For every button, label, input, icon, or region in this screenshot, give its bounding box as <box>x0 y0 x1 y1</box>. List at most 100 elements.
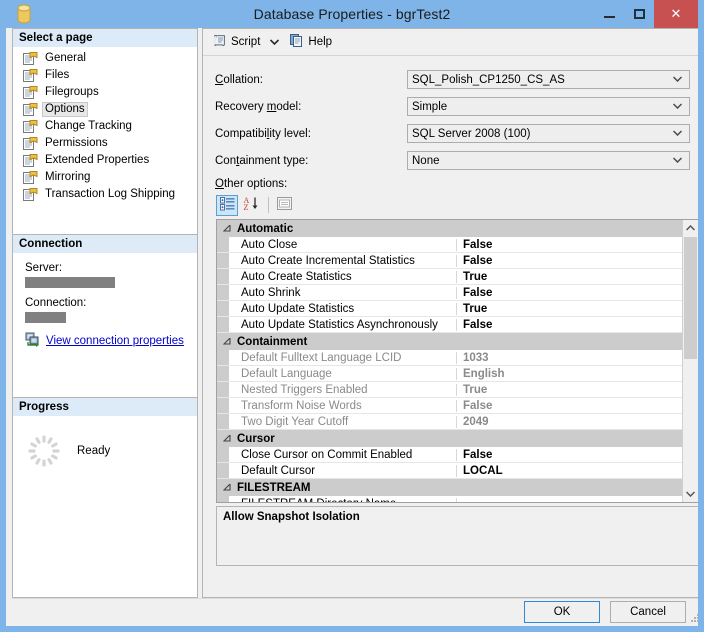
property-row[interactable]: Default Language English <box>217 366 683 382</box>
category-header-automatic[interactable]: Automatic <box>217 220 683 237</box>
property-value[interactable]: LOCAL <box>457 465 683 477</box>
options-pane: Script Help Collation: SQL_Polish_CP1250… <box>202 28 698 598</box>
property-value[interactable]: False <box>457 449 683 461</box>
property-row[interactable]: FILESTREAM Directory Name <box>217 496 683 502</box>
page-icon <box>23 102 38 117</box>
cancel-button[interactable]: Cancel <box>610 601 686 623</box>
page-icon <box>23 68 38 83</box>
category-name: FILESTREAM <box>237 481 311 494</box>
property-value[interactable]: 2049 <box>457 416 683 428</box>
categorized-view-icon <box>219 196 235 214</box>
property-name: Close Cursor on Commit Enabled <box>229 448 457 461</box>
sidebar-item-options[interactable]: Options <box>13 101 197 118</box>
compatibility-level-dropdown[interactable]: SQL Server 2008 (100) <box>407 124 690 143</box>
collation-dropdown[interactable]: SQL_Polish_CP1250_CS_AS <box>407 70 690 89</box>
property-row[interactable]: Default Cursor LOCAL <box>217 463 683 479</box>
row-gutter <box>217 398 229 413</box>
property-value[interactable]: English <box>457 368 683 380</box>
database-properties-window: Database Properties - bgrTest2 ✕ Select … <box>0 0 704 632</box>
resize-grip[interactable] <box>689 612 698 624</box>
property-value[interactable]: False <box>457 239 683 251</box>
row-gutter <box>217 463 229 478</box>
view-connection-properties-link[interactable]: View connection properties <box>46 335 184 347</box>
property-row[interactable]: Nested Triggers Enabled True <box>217 382 683 398</box>
page-icon <box>23 136 38 151</box>
property-value[interactable]: True <box>457 271 683 283</box>
property-row[interactable]: Auto Create Incremental Statistics False <box>217 253 683 269</box>
property-pages-icon <box>276 197 292 213</box>
row-gutter <box>217 269 229 284</box>
property-row[interactable]: Auto Update Statistics True <box>217 301 683 317</box>
sidebar-item-mirroring[interactable]: Mirroring <box>13 169 197 186</box>
dialog-body: Select a page General Files Filegroups Opti… <box>12 28 698 626</box>
collapse-triangle-icon <box>217 224 237 233</box>
scroll-up-button[interactable] <box>683 220 698 236</box>
property-pages-button[interactable] <box>273 195 295 216</box>
property-name: Default Language <box>229 367 457 380</box>
scroll-down-button[interactable] <box>683 486 698 502</box>
connection-label: Connection: <box>25 297 87 309</box>
compatibility-level-label: Compatibility level: <box>215 127 311 140</box>
alphabetical-sort-button[interactable]: A Z <box>240 195 262 216</box>
chevron-up-icon <box>686 225 695 231</box>
property-row[interactable]: Transform Noise Words False <box>217 398 683 414</box>
chevron-down-icon <box>672 102 683 112</box>
ok-button[interactable]: OK <box>524 601 600 623</box>
containment-type-dropdown[interactable]: None <box>407 151 690 170</box>
sidebar-item-files[interactable]: Files <box>13 67 197 84</box>
category-header-filestream[interactable]: FILESTREAM <box>217 479 683 496</box>
property-name: Nested Triggers Enabled <box>229 383 457 396</box>
property-value[interactable]: True <box>457 303 683 315</box>
property-row[interactable]: Auto Shrink False <box>217 285 683 301</box>
property-name: Auto Shrink <box>229 286 457 299</box>
row-gutter <box>217 496 229 502</box>
maximize-button[interactable] <box>624 0 654 28</box>
script-dropdown-button[interactable] <box>264 31 285 53</box>
minimize-button[interactable] <box>594 0 624 28</box>
page-icon <box>23 51 38 66</box>
sidebar-item-label: Transaction Log Shipping <box>45 188 175 200</box>
sidebar-item-general[interactable]: General <box>13 50 197 67</box>
sidebar-item-label: Permissions <box>45 137 108 149</box>
view-connection-properties-row[interactable]: View connection properties <box>25 332 197 350</box>
sidebar-item-label: General <box>45 52 86 64</box>
sidebar-item-change-tracking[interactable]: Change Tracking <box>13 118 197 135</box>
recovery-model-label: Recovery model: <box>215 100 302 113</box>
categorized-view-button[interactable] <box>216 194 238 216</box>
property-value[interactable]: True <box>457 384 683 396</box>
property-row[interactable]: Default Fulltext Language LCID 1033 <box>217 350 683 366</box>
sidebar-item-label: Mirroring <box>45 171 91 183</box>
property-row[interactable]: Auto Close False <box>217 237 683 253</box>
sidebar-item-permissions[interactable]: Permissions <box>13 135 197 152</box>
recovery-model-dropdown[interactable]: Simple <box>407 97 690 116</box>
property-name: Two Digit Year Cutoff <box>229 415 457 428</box>
property-row[interactable]: Auto Update Statistics Asynchronously Fal… <box>217 317 683 333</box>
connection-value-redacted <box>25 312 66 323</box>
close-button[interactable]: ✕ <box>654 0 698 28</box>
property-value[interactable]: False <box>457 400 683 412</box>
property-row[interactable]: Auto Create Statistics True <box>217 269 683 285</box>
property-grid-scrollbar[interactable] <box>682 220 698 502</box>
scrollbar-thumb[interactable] <box>684 237 697 359</box>
form-row-containment-type: Containment type: None <box>215 151 690 170</box>
category-header-cursor[interactable]: Cursor <box>217 430 683 447</box>
property-value[interactable]: 1033 <box>457 352 683 364</box>
sidebar-item-transaction-log-shipping[interactable]: Transaction Log Shipping <box>13 186 197 203</box>
sidebar-item-extended-properties[interactable]: Extended Properties <box>13 152 197 169</box>
property-name: Auto Create Incremental Statistics <box>229 254 457 267</box>
category-header-containment[interactable]: Containment <box>217 333 683 350</box>
form-row-recovery-model: Recovery model: Simple <box>215 97 690 116</box>
help-button[interactable]: Help <box>285 31 336 53</box>
property-value[interactable]: False <box>457 287 683 299</box>
sidebar-item-label: Change Tracking <box>45 120 132 132</box>
property-grid[interactable]: Automatic Auto Close False Auto Create Incr… <box>216 219 698 503</box>
property-value[interactable]: False <box>457 255 683 267</box>
compatibility-level-value: SQL Server 2008 (100) <box>412 127 531 140</box>
server-value-redacted <box>25 277 115 288</box>
sort-alphabetical-icon: A Z <box>243 196 259 214</box>
script-button[interactable]: Script <box>208 31 264 53</box>
property-row[interactable]: Two Digit Year Cutoff 2049 <box>217 414 683 430</box>
sidebar-item-filegroups[interactable]: Filegroups <box>13 84 197 101</box>
property-value[interactable]: False <box>457 319 683 331</box>
property-row[interactable]: Close Cursor on Commit Enabled False <box>217 447 683 463</box>
